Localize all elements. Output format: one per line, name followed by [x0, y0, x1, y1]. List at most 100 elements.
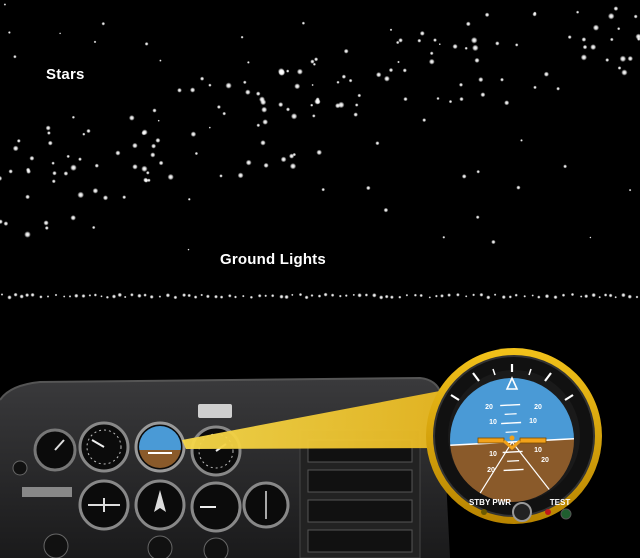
- ground-light: [143, 293, 147, 297]
- star: [285, 107, 291, 112]
- star: [516, 185, 521, 190]
- star: [92, 187, 99, 194]
- ground-light: [249, 295, 254, 299]
- ground-light: [130, 292, 134, 297]
- star: [301, 21, 306, 25]
- star: [403, 96, 408, 102]
- ground-light: [372, 293, 377, 298]
- star: [605, 57, 610, 63]
- ground-light: [123, 295, 127, 299]
- star: [7, 31, 11, 34]
- ground-light: [357, 293, 362, 298]
- star: [556, 86, 561, 91]
- star: [366, 185, 371, 191]
- star: [46, 131, 51, 135]
- ground-light: [608, 293, 613, 298]
- star: [436, 96, 440, 101]
- ground-light: [205, 294, 210, 299]
- gauge-left-small: [33, 428, 77, 472]
- night-illusion-illustration: 20 10 10 20 10 20 20 10 STBY PWR TEST: [0, 0, 640, 558]
- star: [187, 197, 191, 201]
- pitch-mark-label: 20: [485, 404, 493, 411]
- stars-label: Stars: [46, 66, 85, 83]
- ground-light: [338, 294, 342, 298]
- star: [627, 55, 634, 62]
- star: [141, 130, 146, 136]
- star: [590, 44, 597, 51]
- star: [336, 80, 340, 84]
- star: [484, 12, 490, 18]
- heading-indicator-gauge: [134, 479, 186, 531]
- ground-light: [398, 295, 402, 299]
- ground-light: [182, 293, 187, 298]
- star: [66, 154, 70, 159]
- star: [532, 12, 537, 17]
- ground-light: [579, 295, 583, 298]
- ground-light: [591, 292, 596, 298]
- ground-light: [389, 295, 394, 300]
- standby-indicator-light: [481, 509, 487, 515]
- star: [159, 59, 162, 62]
- star: [86, 128, 91, 134]
- ground-light: [19, 294, 24, 299]
- star: [51, 179, 56, 184]
- ground-light: [378, 295, 384, 300]
- star: [428, 58, 435, 65]
- star: [419, 30, 425, 36]
- star: [294, 83, 301, 90]
- star: [478, 77, 484, 83]
- ground-light: [173, 295, 178, 300]
- star: [310, 103, 314, 107]
- ground-light: [464, 295, 468, 298]
- star: [260, 99, 267, 106]
- star: [16, 138, 21, 143]
- star: [474, 57, 480, 64]
- star: [70, 164, 77, 172]
- star: [383, 207, 389, 213]
- star: [278, 69, 285, 76]
- star: [422, 118, 427, 123]
- star: [219, 174, 223, 178]
- star: [357, 93, 362, 98]
- star: [177, 87, 182, 93]
- ground-light: [68, 295, 72, 298]
- ground-light: [117, 292, 123, 298]
- ground-light: [62, 295, 66, 298]
- star: [122, 195, 127, 200]
- ground-light: [330, 293, 335, 298]
- star: [245, 159, 252, 166]
- star: [263, 162, 269, 169]
- star: [59, 32, 62, 35]
- star: [286, 69, 290, 73]
- star: [25, 167, 31, 173]
- star: [459, 96, 464, 102]
- star: [397, 60, 400, 64]
- star: [495, 41, 500, 46]
- test-label: TEST: [550, 498, 571, 507]
- ground-light: [111, 294, 117, 299]
- ground-light: [0, 293, 4, 296]
- star: [375, 71, 382, 78]
- star: [78, 157, 82, 162]
- test-knob[interactable]: [560, 508, 572, 520]
- ground-light: [523, 294, 527, 298]
- star: [617, 66, 622, 70]
- ground-light: [200, 293, 204, 297]
- small-attitude-indicator: [134, 421, 186, 473]
- star: [25, 194, 30, 200]
- ground-light: [352, 293, 356, 297]
- star: [145, 170, 150, 175]
- vertical-speed-gauge: [190, 481, 242, 533]
- star: [115, 150, 121, 156]
- ground-light: [227, 293, 232, 298]
- ground-light: [544, 293, 550, 299]
- star: [417, 38, 422, 43]
- ground-light: [621, 292, 626, 298]
- adjust-knob[interactable]: [512, 502, 532, 522]
- star: [246, 60, 250, 64]
- star: [44, 225, 49, 231]
- star: [155, 137, 161, 143]
- star: [199, 76, 205, 81]
- ground-light: [537, 295, 541, 299]
- star: [465, 21, 471, 27]
